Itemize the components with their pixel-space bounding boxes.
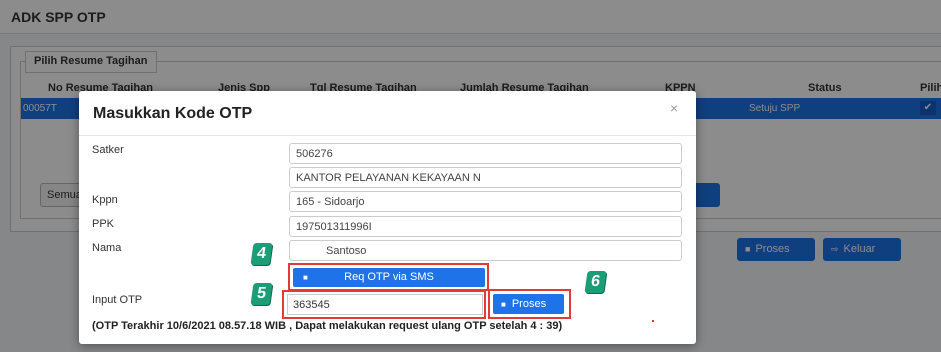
- highlight-frame-proses: [488, 289, 571, 319]
- kppn-label: Kppn: [92, 194, 118, 206]
- kppn-field[interactable]: 165 - Sidoarjo: [289, 191, 682, 212]
- satker-code-field[interactable]: 506276: [289, 143, 682, 164]
- modal-divider: [79, 135, 696, 136]
- highlight-frame-req-otp: [288, 263, 489, 291]
- ppk-field[interactable]: 197501311996I: [289, 216, 682, 237]
- step-marker-6: 6: [584, 271, 607, 293]
- input-otp-label: Input OTP: [92, 294, 143, 306]
- highlight-frame-otp-input: [282, 290, 486, 319]
- step-marker-5: 5: [250, 283, 273, 305]
- red-dot-mark: [652, 320, 654, 322]
- close-icon[interactable]: ×: [670, 100, 678, 116]
- otp-modal: Masukkan Kode OTP × Satker 506276 KANTOR…: [79, 91, 696, 344]
- nama-label: Nama: [92, 242, 122, 254]
- step-marker-4: 4: [250, 243, 273, 265]
- nama-field[interactable]: Santoso: [289, 240, 682, 261]
- modal-title: Masukkan Kode OTP: [93, 105, 253, 122]
- otp-note: (OTP Terakhir 10/6/2021 08.57.18 WIB , D…: [92, 320, 563, 332]
- ppk-label: PPK: [92, 218, 115, 230]
- satker-label: Satker: [92, 144, 124, 156]
- satker-name-field[interactable]: KANTOR PELAYANAN KEKAYAAN N: [289, 167, 682, 188]
